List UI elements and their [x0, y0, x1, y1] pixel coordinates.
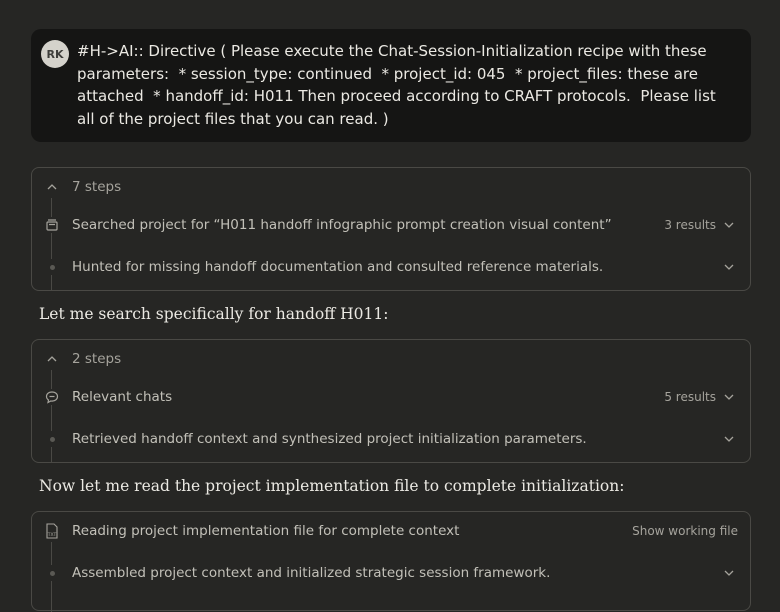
- chat-bubble-icon: [44, 389, 60, 405]
- steps-count: 7 steps: [72, 179, 122, 195]
- assistant-text-1: Let me search specifically for handoff H…: [39, 305, 389, 323]
- steps-toggle-1[interactable]: 7 steps: [32, 177, 750, 197]
- chevron-down-icon: [722, 390, 736, 404]
- step-row-reading[interactable]: TXT Reading project implementation file …: [32, 521, 750, 541]
- step-row-hunted[interactable]: Hunted for missing handoff documentation…: [32, 257, 750, 277]
- steps-count: 2 steps: [72, 351, 122, 367]
- results-toggle[interactable]: 3 results: [664, 218, 736, 232]
- chevron-down-icon: [722, 432, 736, 446]
- folder-search-icon: [44, 217, 60, 233]
- step-label: Hunted for missing handoff documentation…: [72, 259, 604, 275]
- step-label: Retrieved handoff context and synthesize…: [72, 431, 587, 447]
- expand-toggle[interactable]: [722, 566, 736, 580]
- results-count: 3 results: [664, 218, 716, 232]
- step-row-search[interactable]: Searched project for “H011 handoff infog…: [32, 215, 750, 235]
- user-message: RK #H->AI:: Directive ( Please execute t…: [31, 29, 751, 142]
- step-row-chats[interactable]: Relevant chats 5 results: [32, 387, 750, 407]
- expand-toggle[interactable]: [722, 260, 736, 274]
- step-dot: [44, 431, 60, 447]
- show-working-file-button[interactable]: Show working file: [632, 524, 738, 538]
- chevron-down-icon: [722, 566, 736, 580]
- txt-file-icon: TXT: [44, 523, 60, 539]
- step-label: Assembled project context and initialize…: [72, 565, 551, 581]
- step-label: Relevant chats: [72, 389, 173, 405]
- chevron-up-icon: [44, 179, 60, 195]
- steps-block-2: 2 steps Relevant chats 5 results Retriev…: [31, 339, 751, 463]
- expand-toggle[interactable]: [722, 432, 736, 446]
- step-dot: [44, 565, 60, 581]
- avatar: RK: [41, 40, 69, 68]
- chevron-down-icon: [722, 218, 736, 232]
- chevron-up-icon: [44, 351, 60, 367]
- step-label: Searched project for “H011 handoff infog…: [72, 217, 612, 233]
- steps-toggle-2[interactable]: 2 steps: [32, 349, 750, 369]
- step-row-assembled[interactable]: Assembled project context and initialize…: [32, 563, 750, 583]
- steps-block-1: 7 steps Searched project for “H011 hando…: [31, 167, 751, 291]
- assistant-text-2: Now let me read the project implementati…: [39, 477, 625, 495]
- step-row-retrieved[interactable]: Retrieved handoff context and synthesize…: [32, 429, 750, 449]
- step-dot: [44, 259, 60, 275]
- step-label: Reading project implementation file for …: [72, 523, 460, 539]
- steps-block-3: TXT Reading project implementation file …: [31, 511, 751, 612]
- chevron-down-icon: [722, 260, 736, 274]
- results-count: 5 results: [664, 390, 716, 404]
- svg-text:TXT: TXT: [47, 532, 57, 538]
- results-toggle[interactable]: 5 results: [664, 390, 736, 404]
- user-message-text: #H->AI:: Directive ( Please execute the …: [77, 42, 716, 128]
